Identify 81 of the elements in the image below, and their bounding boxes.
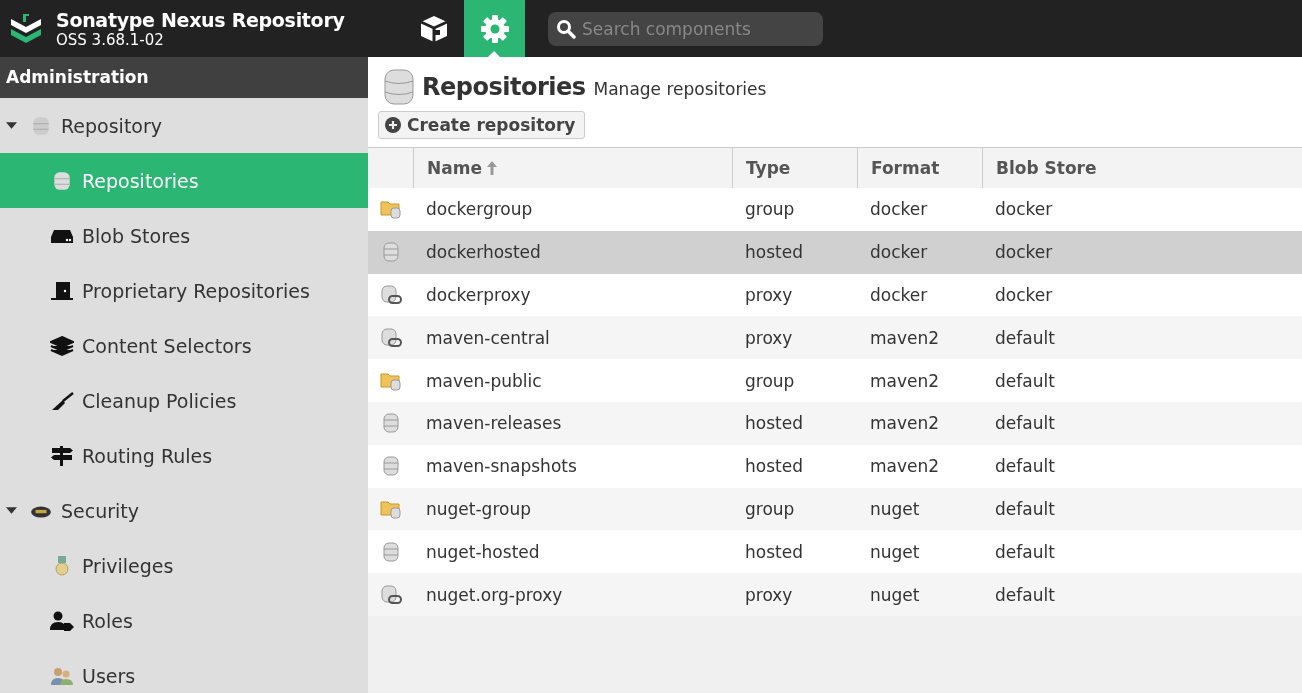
table-cell-text: nuget [869,498,921,519]
table-cell-text: maven2 [869,456,941,477]
table-row[interactable]: dockergroup group docker docker [368,188,1302,231]
table-cell-text: proxy [744,285,794,305]
table-cell-text: hosted [744,242,804,263]
brush-icon [50,389,74,412]
table-cell-text: maven-snapshots [425,456,578,477]
folder-database-icon [379,370,402,391]
table-cell-text: proxy [744,584,794,605]
page-title: Repositories [422,73,586,101]
table-cell-text: dockerhosted [425,242,542,263]
nav-group[interactable]: Security [0,483,368,538]
table-cell-text: docker [869,242,929,263]
table-cell-text: docker [869,285,929,305]
table-cell-text: dockergroup [425,199,534,220]
table-row[interactable]: nuget-hosted hosted nuget default [368,530,1302,574]
table-cell-text: default [994,370,1056,391]
table-row[interactable]: maven-releases hosted maven2 default [368,402,1302,445]
table-cell-text: nuget [869,541,921,562]
create-repository-button[interactable]: Create repository [378,111,586,139]
nav-item[interactable]: Proprietary Repositories [0,263,368,318]
nav-item[interactable]: Users [0,648,368,693]
page-subtitle: Manage repositories [593,78,767,99]
plus-circle-icon [385,117,401,133]
table-cell-text: default [994,413,1056,434]
nav-group[interactable]: Repository [0,98,368,153]
table-cell-text: nuget-group [425,498,532,519]
user-tag-icon [50,609,74,632]
table-row[interactable]: nuget.org-proxy proxy nuget default [368,573,1302,616]
app-version: OSS 3.68.1-02 [56,30,165,49]
table-row[interactable]: maven-central proxy maven2 default [368,316,1302,360]
database-icon [384,69,414,105]
table-cell-text: nuget-hosted [425,541,541,562]
table-row[interactable]: nuget-group group nuget default [368,487,1302,531]
folder-database-icon [379,199,402,220]
nav-item[interactable]: Roles [0,593,368,648]
table-cell-text: maven2 [869,327,941,348]
table-cell-text: docker [994,199,1054,220]
folder-database-icon [379,498,402,519]
table-cell-text: group [744,199,796,220]
app-title: Sonatype Nexus Repository [56,8,345,31]
database-link-icon [379,327,402,348]
table-row[interactable]: maven-snapshots hosted maven2 default [368,444,1302,488]
table-cell-text: docker [994,285,1054,305]
table-cell-text: group [744,498,796,519]
table-cell-text: proxy [744,327,794,348]
table-cell-text: default [994,456,1056,477]
table-cell-text: default [994,541,1056,562]
table-cell-text: dockerproxy [425,285,532,305]
table-row[interactable]: dockerproxy proxy docker docker [368,273,1302,317]
database-link-icon [379,285,402,305]
table-cell-text: maven2 [869,413,941,434]
door-icon [50,279,74,302]
nav-item[interactable]: Blob Stores [0,208,368,263]
table-cell-text: maven-public [425,370,543,391]
table-cell-text: group [744,370,796,391]
table-cell-text: maven-releases [425,413,563,434]
signpost-icon [50,444,74,467]
table-cell-text: default [994,584,1056,605]
nav-item[interactable]: Privileges [0,538,368,593]
database-link-icon [379,584,402,605]
nav-item[interactable]: Content Selectors [0,318,368,373]
table-cell-text: docker [994,242,1054,263]
table-cell-text: default [994,327,1056,348]
table-cell-text: nuget.org-proxy [425,584,564,605]
layers-icon [50,334,74,357]
gear-icon [478,12,511,45]
nav-item[interactable]: Cleanup Policies [0,373,368,428]
nav-item[interactable]: Routing Rules [0,428,368,483]
table-cell-text: maven2 [869,370,941,391]
table-row[interactable]: maven-public group maven2 default [368,359,1302,402]
table-row[interactable]: dockerhosted hosted docker docker [368,230,1302,274]
table-cell-text: nuget [869,584,921,605]
table-cell-text: default [994,498,1056,519]
table-cell-text: hosted [744,413,804,434]
table-cell-text: hosted [744,541,804,562]
sidebar-title: Administration [0,57,368,98]
table-cell-text: docker [869,199,929,220]
search-field[interactable]: Search components [548,11,823,46]
table-cell-text: maven-central [425,327,551,348]
table-cell-text: hosted [744,456,804,477]
